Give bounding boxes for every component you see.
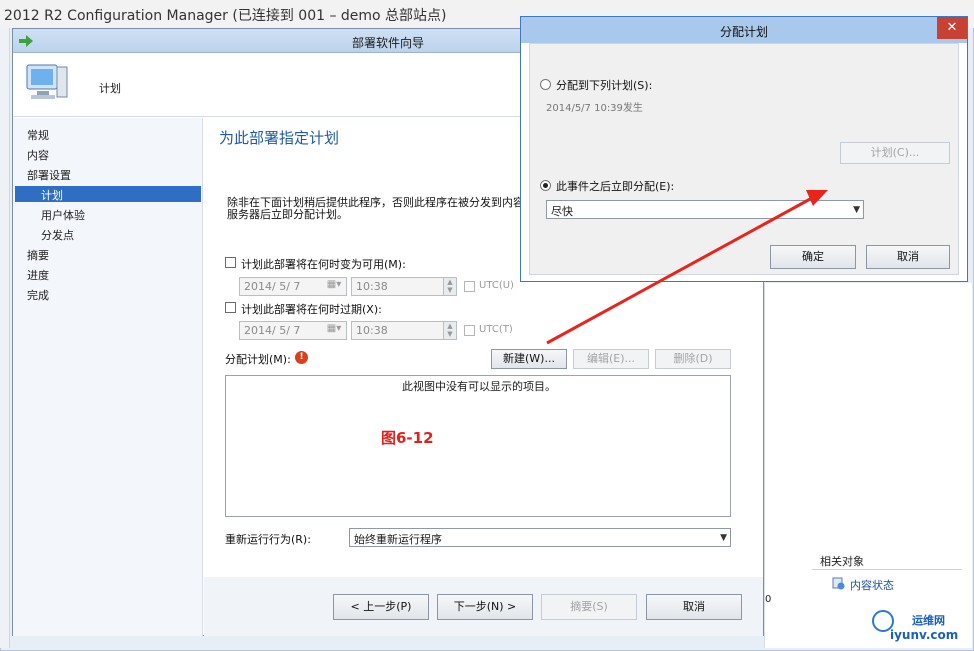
figure-caption: 图6-12 <box>381 429 434 447</box>
nav-item-scheduling[interactable]: 计划 <box>41 187 63 203</box>
assign-dialog-titlebar: 分配计划 ✕ <box>521 17 967 43</box>
nav-item-summary[interactable]: 摘要 <box>27 247 49 263</box>
left-strip <box>0 28 10 648</box>
nav-item-user-experience[interactable]: 用户体验 <box>41 207 85 223</box>
available-checkbox[interactable] <box>225 257 236 268</box>
rerun-behavior-select[interactable]: 始终重新运行程序 ▼ <box>349 528 731 547</box>
watermark-text: 运维网 <box>912 614 945 627</box>
nav-item-progress[interactable]: 进度 <box>27 267 49 283</box>
page-description: 除非在下面计划稍后提供此程序，否则此程序在被分发到内容服务器后立即分配计划。 <box>227 196 524 221</box>
new-schedule-button[interactable]: 新建(W)... <box>491 349 567 369</box>
chevron-down-icon: ▼ <box>853 205 860 215</box>
main-window-title: 2012 R2 Configuration Manager (已连接到 001 … <box>4 8 447 24</box>
event-radio[interactable] <box>540 180 551 191</box>
partial-text: 0 <box>765 594 772 605</box>
assign-cancel-button[interactable]: 取消 <box>866 245 950 269</box>
nav-item-distribution-points[interactable]: 分发点 <box>41 227 74 243</box>
related-objects-divider <box>812 569 962 570</box>
schedule-button[interactable]: 计划(C)... <box>840 142 950 164</box>
delete-schedule-button[interactable]: 删除(D) <box>655 349 731 369</box>
time-spinner-icon[interactable]: ▲ ▼ <box>443 277 457 296</box>
header-step-label: 计划 <box>99 82 121 95</box>
utc-label-available: UTC(U) <box>479 280 514 291</box>
assign-dialog-body: 分配到下列计划(S): 2014/5/7 10:39发生 计划(C)... 此事… <box>529 43 959 275</box>
cancel-button[interactable]: 取消 <box>646 594 742 620</box>
nav-item-deployment-settings[interactable]: 部署设置 <box>27 167 71 183</box>
wizard-nav-pane: 常规 内容 部署设置 计划 用户体验 分发点 摘要 进度 完成 <box>13 118 203 636</box>
ok-button[interactable]: 确定 <box>770 245 856 269</box>
assign-dialog-title: 分配计划 <box>719 25 768 39</box>
rerun-behavior-label: 重新运行行为(R): <box>225 533 311 546</box>
utc-label-expire: UTC(T) <box>479 324 513 335</box>
available-checkbox-label: 计划此部署将在何时变为可用(M): <box>241 258 406 271</box>
watermark-url: iyunv.com <box>890 628 959 642</box>
nav-item-general[interactable]: 常规 <box>27 127 49 143</box>
calendar-dropdown-icon[interactable]: ▦▾ <box>323 323 345 338</box>
empty-list-message: 此视图中没有可以显示的项目。 <box>402 380 556 393</box>
schedule-radio-label: 分配到下列计划(S): <box>556 79 653 92</box>
available-time-field[interactable]: 10:38 <box>351 277 457 296</box>
event-select[interactable]: 尽快 ▼ <box>546 200 864 219</box>
related-objects-label: 相关对象 <box>820 555 864 568</box>
expire-time-field[interactable]: 10:38 <box>351 321 457 340</box>
expire-checkbox-label: 计划此部署将在何时过期(X): <box>241 303 382 316</box>
expire-checkbox[interactable] <box>225 302 236 313</box>
edit-schedule-button[interactable]: 编辑(E)... <box>573 349 649 369</box>
event-select-value: 尽快 <box>551 205 573 218</box>
utc-checkbox-expire[interactable] <box>464 325 475 336</box>
chevron-down-icon: ▼ <box>720 533 727 543</box>
calendar-dropdown-icon[interactable]: ▦▾ <box>323 279 345 294</box>
assignment-schedule-label: 分配计划(M): <box>225 353 291 366</box>
assign-schedule-dialog: 分配计划 ✕ 分配到下列计划(S): 2014/5/7 10:39发生 计划(C… <box>520 16 968 282</box>
previous-button[interactable]: < 上一步(P) <box>333 594 429 620</box>
details-pane <box>764 283 972 648</box>
schedule-list[interactable]: 此视图中没有可以显示的项目。 <box>225 375 731 517</box>
close-icon[interactable]: ✕ <box>937 17 967 39</box>
content-status-icon <box>832 577 845 590</box>
next-button[interactable]: 下一步(N) > <box>437 594 533 620</box>
computer-icon <box>26 64 68 99</box>
event-radio-label: 此事件之后立即分配(E): <box>556 180 675 193</box>
time-spinner-icon[interactable]: ▲ ▼ <box>443 321 457 340</box>
rerun-behavior-value: 始终重新运行程序 <box>354 533 442 546</box>
nav-item-completion[interactable]: 完成 <box>27 287 49 303</box>
schedule-text: 2014/5/7 10:39发生 <box>546 103 643 114</box>
summary-button[interactable]: 摘要(S) <box>541 594 637 620</box>
utc-checkbox-available[interactable] <box>464 281 475 292</box>
schedule-radio[interactable] <box>540 79 551 90</box>
nav-item-content[interactable]: 内容 <box>27 147 49 163</box>
content-status-link[interactable]: 内容状态 <box>850 577 894 593</box>
page-title: 为此部署指定计划 <box>219 129 340 147</box>
warning-icon: ! <box>295 351 308 364</box>
